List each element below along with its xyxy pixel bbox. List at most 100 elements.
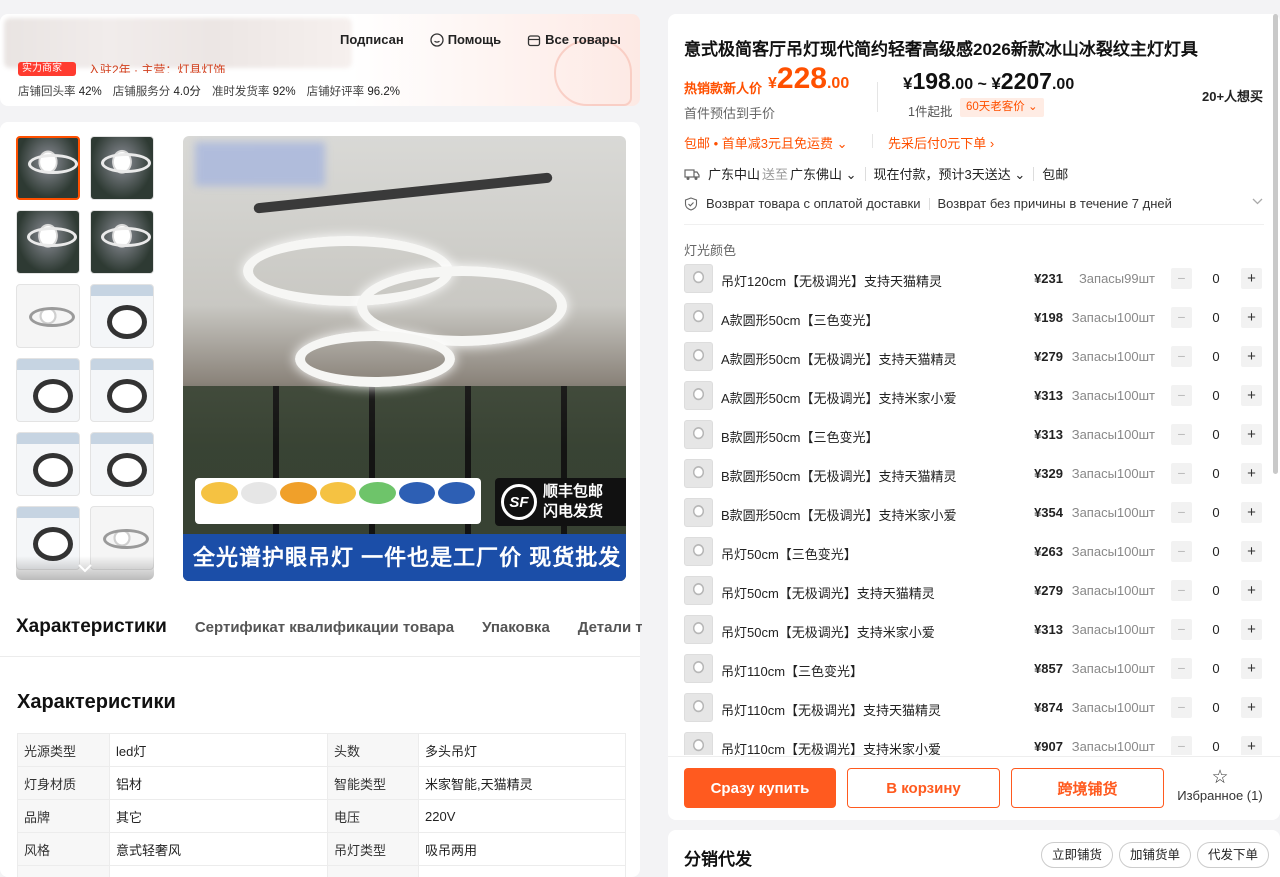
range-high: 2207: [1000, 68, 1052, 94]
store-icon: [528, 34, 541, 46]
sku-thumbnail[interactable]: [684, 381, 713, 410]
thumbnail[interactable]: [16, 136, 80, 200]
quantity-increase-button[interactable]: +: [1241, 697, 1262, 718]
quantity-value[interactable]: 0: [1206, 661, 1226, 676]
thumbnail[interactable]: [16, 358, 80, 422]
quantity-increase-button[interactable]: +: [1241, 385, 1262, 406]
quantity-value[interactable]: 0: [1206, 466, 1226, 481]
sku-thumbnail[interactable]: [684, 576, 713, 605]
feature-icon: [359, 482, 396, 504]
estimated-price-label: 首件预估到手价: [684, 106, 776, 121]
quantity-increase-button[interactable]: +: [1241, 346, 1262, 367]
sku-thumbnail[interactable]: [684, 615, 713, 644]
quantity-value[interactable]: 0: [1206, 505, 1226, 520]
dropship-order-button[interactable]: 代发下单: [1197, 842, 1270, 868]
section-divider: [684, 224, 1264, 225]
quantity-increase-button[interactable]: +: [1241, 307, 1262, 328]
quantity-increase-button[interactable]: +: [1241, 619, 1262, 640]
quantity-value[interactable]: 0: [1206, 388, 1226, 403]
sku-thumbnail[interactable]: [684, 654, 713, 683]
scrollbar[interactable]: [1273, 14, 1278, 474]
thumbnail[interactable]: [90, 136, 154, 200]
quantity-value[interactable]: 0: [1206, 739, 1226, 754]
quantity-increase-button[interactable]: +: [1241, 736, 1262, 755]
sku-thumbnail[interactable]: [684, 732, 713, 755]
quantity-decrease-button[interactable]: −: [1171, 463, 1192, 484]
thumbnail[interactable]: [90, 358, 154, 422]
quantity-value[interactable]: 0: [1206, 700, 1226, 715]
quantity-increase-button[interactable]: +: [1241, 658, 1262, 679]
sku-thumbnail[interactable]: [684, 303, 713, 332]
main-product-image[interactable]: SF 顺丰包邮 闪电发货 全光谱护眼吊灯 一件也是工厂价 现货批发: [183, 136, 626, 581]
sku-thumbnail[interactable]: [684, 693, 713, 722]
sku-thumbnail[interactable]: [684, 537, 713, 566]
sku-thumbnail[interactable]: [684, 420, 713, 449]
buy-now-button[interactable]: Сразу купить: [684, 768, 836, 808]
delivery-estimate[interactable]: 现在付款，预计3天送达 ⌄: [874, 164, 1026, 183]
quantity-decrease-button[interactable]: −: [1171, 658, 1192, 679]
sku-stock: Запасы99шт: [1078, 271, 1155, 286]
quantity-decrease-button[interactable]: −: [1171, 502, 1192, 523]
quantity-value[interactable]: 0: [1206, 583, 1226, 598]
tab-certificate[interactable]: Сертификат квалификации товара: [195, 616, 454, 638]
promo-pay-later[interactable]: 先采后付0元下单 ›: [888, 133, 994, 152]
thumbnail[interactable]: [16, 284, 80, 348]
tab-packaging[interactable]: Упаковка: [482, 616, 550, 638]
thumbnail[interactable]: [90, 210, 154, 274]
old-customer-price-tag[interactable]: 60天老客价 ⌄: [960, 98, 1044, 117]
quantity-decrease-button[interactable]: −: [1171, 736, 1192, 755]
quantity-decrease-button[interactable]: −: [1171, 268, 1192, 289]
quantity-decrease-button[interactable]: −: [1171, 580, 1192, 601]
quantity-value[interactable]: 0: [1206, 349, 1226, 364]
sku-stock: Запасы100шт: [1071, 661, 1155, 676]
tab-details[interactable]: Детали т: [578, 616, 642, 638]
thumbnail[interactable]: [16, 210, 80, 274]
action-bar-divider: [668, 756, 1280, 757]
thumbnail[interactable]: [90, 284, 154, 348]
sku-thumbnail[interactable]: [684, 342, 713, 371]
list-now-button[interactable]: 立即铺货: [1041, 842, 1114, 868]
ship-to-select[interactable]: 广东佛山 ⌄: [790, 164, 857, 183]
promo-free-shipping[interactable]: 包邮 • 首单减3元且免运费 ⌄: [684, 133, 848, 152]
quantity-increase-button[interactable]: +: [1241, 268, 1262, 289]
quantity-decrease-button[interactable]: −: [1171, 541, 1192, 562]
stat-service-score: 店铺服务分 4.0分: [112, 86, 201, 98]
quantity-decrease-button[interactable]: −: [1171, 619, 1192, 640]
tab-characteristics[interactable]: Характеристики: [16, 616, 167, 638]
quantity-decrease-button[interactable]: −: [1171, 697, 1192, 718]
quantity-decrease-button[interactable]: −: [1171, 385, 1192, 406]
quantity-increase-button[interactable]: +: [1241, 580, 1262, 601]
cross-border-button[interactable]: 跨境铺货: [1011, 768, 1164, 808]
quantity-value[interactable]: 0: [1206, 271, 1226, 286]
quantity-decrease-button[interactable]: −: [1171, 424, 1192, 445]
quantity-increase-button[interactable]: +: [1241, 424, 1262, 445]
table-row: 品牌 其它 电压 220V: [17, 799, 626, 833]
sku-thumbnail[interactable]: [684, 498, 713, 527]
quantity-value[interactable]: 0: [1206, 310, 1226, 325]
quantity-value[interactable]: 0: [1206, 427, 1226, 442]
thumbnail[interactable]: [16, 432, 80, 496]
sku-price: ¥279: [1034, 583, 1063, 598]
quantity-increase-button[interactable]: +: [1241, 502, 1262, 523]
thumbnails-more-button[interactable]: [16, 556, 154, 580]
subscribe-link[interactable]: Подписан: [340, 32, 404, 47]
add-to-cart-button[interactable]: В корзину: [847, 768, 1000, 808]
help-link[interactable]: Помощь: [430, 32, 501, 47]
thumbnail[interactable]: [90, 432, 154, 496]
distribution-title: 分销代发: [684, 850, 752, 869]
all-products-label: Все товары: [545, 32, 621, 47]
quantity-value[interactable]: 0: [1206, 622, 1226, 637]
returns-row[interactable]: Возврат товара с оплатой доставки Возвра…: [684, 196, 1172, 211]
sku-thumbnail[interactable]: [684, 459, 713, 488]
add-to-list-button[interactable]: 加铺货单: [1119, 842, 1192, 868]
quantity-decrease-button[interactable]: −: [1171, 346, 1192, 367]
all-products-link[interactable]: Все товары: [527, 32, 621, 47]
quantity-increase-button[interactable]: +: [1241, 541, 1262, 562]
quantity-increase-button[interactable]: +: [1241, 463, 1262, 484]
product-title: 意式极简客厅吊灯现代简约轻奢高级感2026新款冰山冰裂纹主灯灯具: [684, 40, 1198, 59]
chevron-down-icon[interactable]: [1252, 196, 1263, 208]
quantity-value[interactable]: 0: [1206, 544, 1226, 559]
quantity-decrease-button[interactable]: −: [1171, 307, 1192, 328]
sku-thumbnail[interactable]: [684, 264, 713, 293]
favorite-button[interactable]: ☆ Избранное (1): [1174, 768, 1266, 804]
